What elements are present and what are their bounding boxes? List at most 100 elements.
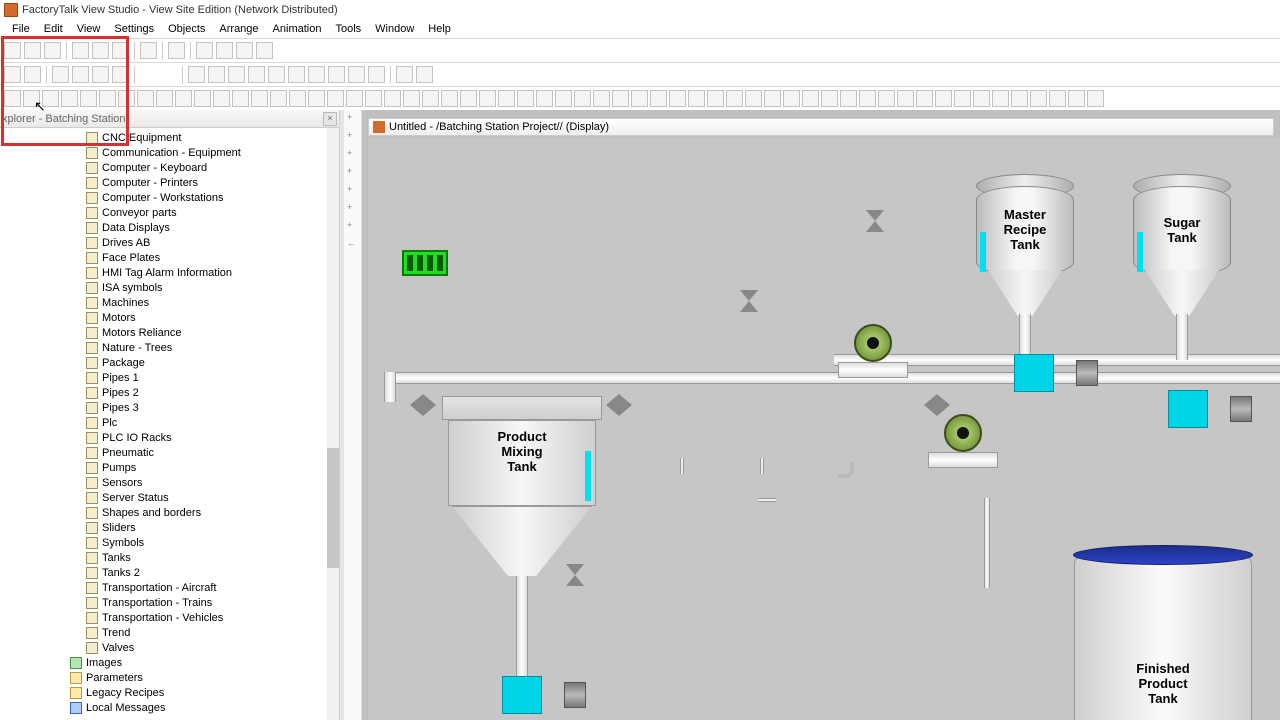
tree-item[interactable]: Sliders [0, 520, 339, 535]
tree-item-images[interactable]: Images [0, 655, 339, 670]
tb-3-21[interactable] [403, 90, 420, 107]
tree-item[interactable]: Shapes and borders [0, 505, 339, 520]
tb-3-20[interactable] [384, 90, 401, 107]
tree-item[interactable]: CNC Equipment [0, 130, 339, 145]
tb-2-10[interactable] [248, 66, 265, 83]
tb-3-30[interactable] [574, 90, 591, 107]
menu-settings[interactable]: Settings [108, 22, 160, 36]
tb-2-5[interactable] [140, 66, 157, 83]
tb-3-2[interactable] [42, 90, 59, 107]
tb-3-27[interactable] [517, 90, 534, 107]
menu-view[interactable]: View [71, 22, 107, 36]
tb-3-49[interactable] [935, 90, 952, 107]
tb-3-47[interactable] [897, 90, 914, 107]
tb-3-6[interactable] [118, 90, 135, 107]
tree-item[interactable]: Pipes 1 [0, 370, 339, 385]
tb-3-39[interactable] [745, 90, 762, 107]
tb-3-31[interactable] [593, 90, 610, 107]
tb-1-4[interactable] [72, 42, 89, 59]
tree-item[interactable]: Drives AB [0, 235, 339, 250]
tb-3-41[interactable] [783, 90, 800, 107]
menu-animation[interactable]: Animation [267, 22, 328, 36]
tree-item[interactable]: Pipes 2 [0, 385, 339, 400]
tb-2-paste[interactable] [92, 66, 109, 83]
tb-1-7[interactable] [140, 42, 157, 59]
tb-3-45[interactable] [859, 90, 876, 107]
tb-3-34[interactable] [650, 90, 667, 107]
tree-item[interactable]: Package [0, 355, 339, 370]
tree-item[interactable]: Computer - Workstations [0, 190, 339, 205]
tree-item[interactable]: Machines [0, 295, 339, 310]
tree-item[interactable]: Plc [0, 415, 339, 430]
tree-item[interactable]: ISA symbols [0, 280, 339, 295]
tree-item[interactable]: PLC IO Racks [0, 430, 339, 445]
tree-item-local[interactable]: Local Messages [0, 700, 339, 715]
tb-3-53[interactable] [1011, 90, 1028, 107]
tb-2-6[interactable] [160, 66, 177, 83]
tb-3-26[interactable] [498, 90, 515, 107]
tb-2-4[interactable] [112, 66, 129, 83]
conveyor-object[interactable] [402, 250, 448, 276]
explorer-close-icon[interactable]: × [323, 112, 337, 126]
tb-3-24[interactable] [460, 90, 477, 107]
tb-3-0[interactable] [4, 90, 21, 107]
tb-3-7[interactable] [137, 90, 154, 107]
menu-objects[interactable]: Objects [162, 22, 211, 36]
tb-2-9[interactable] [228, 66, 245, 83]
tb-1-3[interactable] [44, 42, 61, 59]
tree-item[interactable]: Valves [0, 640, 339, 655]
tb-2-2[interactable] [24, 66, 41, 83]
tree-item[interactable]: Transportation - Aircraft [0, 580, 339, 595]
tb-3-46[interactable] [878, 90, 895, 107]
tb-3-32[interactable] [612, 90, 629, 107]
tb-3-43[interactable] [821, 90, 838, 107]
explorer-tree[interactable]: CNC EquipmentCommunication - EquipmentCo… [0, 128, 339, 720]
tb-3-38[interactable] [726, 90, 743, 107]
tb-3-52[interactable] [992, 90, 1009, 107]
tb-2-15[interactable] [396, 66, 413, 83]
tb-2-7[interactable] [188, 66, 205, 83]
tree-item[interactable]: Tanks 2 [0, 565, 339, 580]
tb-3-3[interactable] [61, 90, 78, 107]
tb-2-zoomin[interactable] [308, 66, 325, 83]
tree-item[interactable]: Trend [0, 625, 339, 640]
tb-3-13[interactable] [251, 90, 268, 107]
tree-item[interactable]: Server Status [0, 490, 339, 505]
tb-1-10[interactable] [216, 42, 233, 59]
tb-3-18[interactable] [346, 90, 363, 107]
tree-item[interactable]: Transportation - Trains [0, 595, 339, 610]
tb-3-54[interactable] [1030, 90, 1047, 107]
tb-3-25[interactable] [479, 90, 496, 107]
tree-item[interactable]: Motors [0, 310, 339, 325]
tb-3-23[interactable] [441, 90, 458, 107]
menu-help[interactable]: Help [422, 22, 457, 36]
tb-3-10[interactable] [194, 90, 211, 107]
tb-2-8[interactable] [208, 66, 225, 83]
tb-1-9[interactable] [196, 42, 213, 59]
tb-1-11[interactable] [236, 42, 253, 59]
tb-3-36[interactable] [688, 90, 705, 107]
tb-3-48[interactable] [916, 90, 933, 107]
tb-3-56[interactable] [1068, 90, 1085, 107]
tb-1-2[interactable] [24, 42, 41, 59]
tree-item[interactable]: Computer - Keyboard [0, 160, 339, 175]
tree-scrollbar[interactable] [327, 128, 339, 720]
tree-item[interactable]: Nature - Trees [0, 340, 339, 355]
tb-2-copy[interactable] [72, 66, 89, 83]
tree-item[interactable]: HMI Tag Alarm Information [0, 265, 339, 280]
tb-2-cut[interactable] [52, 66, 69, 83]
tb-1-12[interactable] [256, 42, 273, 59]
menu-arrange[interactable]: Arrange [213, 22, 264, 36]
tb-2-11[interactable] [268, 66, 285, 83]
tree-item[interactable]: Pipes 3 [0, 400, 339, 415]
tree-item-parameters[interactable]: Parameters [0, 670, 339, 685]
tb-2-1[interactable] [4, 66, 21, 83]
tree-item[interactable]: Motors Reliance [0, 325, 339, 340]
tb-3-44[interactable] [840, 90, 857, 107]
tree-item[interactable]: Data Displays [0, 220, 339, 235]
tree-item[interactable]: Symbols [0, 535, 339, 550]
tb-3-16[interactable] [308, 90, 325, 107]
tb-3-9[interactable] [175, 90, 192, 107]
tb-1-1[interactable] [4, 42, 21, 59]
tree-item[interactable]: Face Plates [0, 250, 339, 265]
